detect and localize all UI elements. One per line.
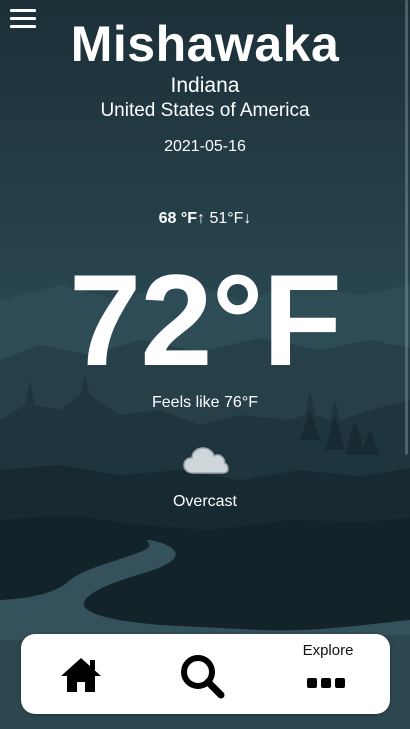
explore-button[interactable]: Explore	[287, 634, 369, 714]
weather-condition: Overcast	[172, 493, 237, 510]
home-button[interactable]	[49, 634, 111, 714]
high-low-temperature: 68 °F↑ 51°F↓	[0, 209, 410, 229]
more-dots-icon	[307, 678, 347, 690]
state-name: Indiana	[170, 74, 240, 97]
cloud-icon	[183, 447, 229, 474]
low-temperature: 51°F↓	[209, 210, 252, 227]
search-button[interactable]	[167, 634, 239, 714]
home-icon	[61, 658, 101, 692]
bottom-navigation-bar: Explore	[21, 634, 390, 714]
country-name: United States of America	[100, 100, 310, 121]
city-name: Mishawaka	[70, 16, 340, 72]
forecast-date: 2021-05-16	[164, 138, 246, 155]
search-icon	[181, 655, 225, 699]
high-temperature: 68 °F↑	[158, 210, 205, 227]
feels-like-temperature: Feels like 76°F	[152, 394, 258, 411]
current-temperature: 72°F	[69, 247, 342, 393]
explore-label: Explore	[302, 642, 354, 659]
